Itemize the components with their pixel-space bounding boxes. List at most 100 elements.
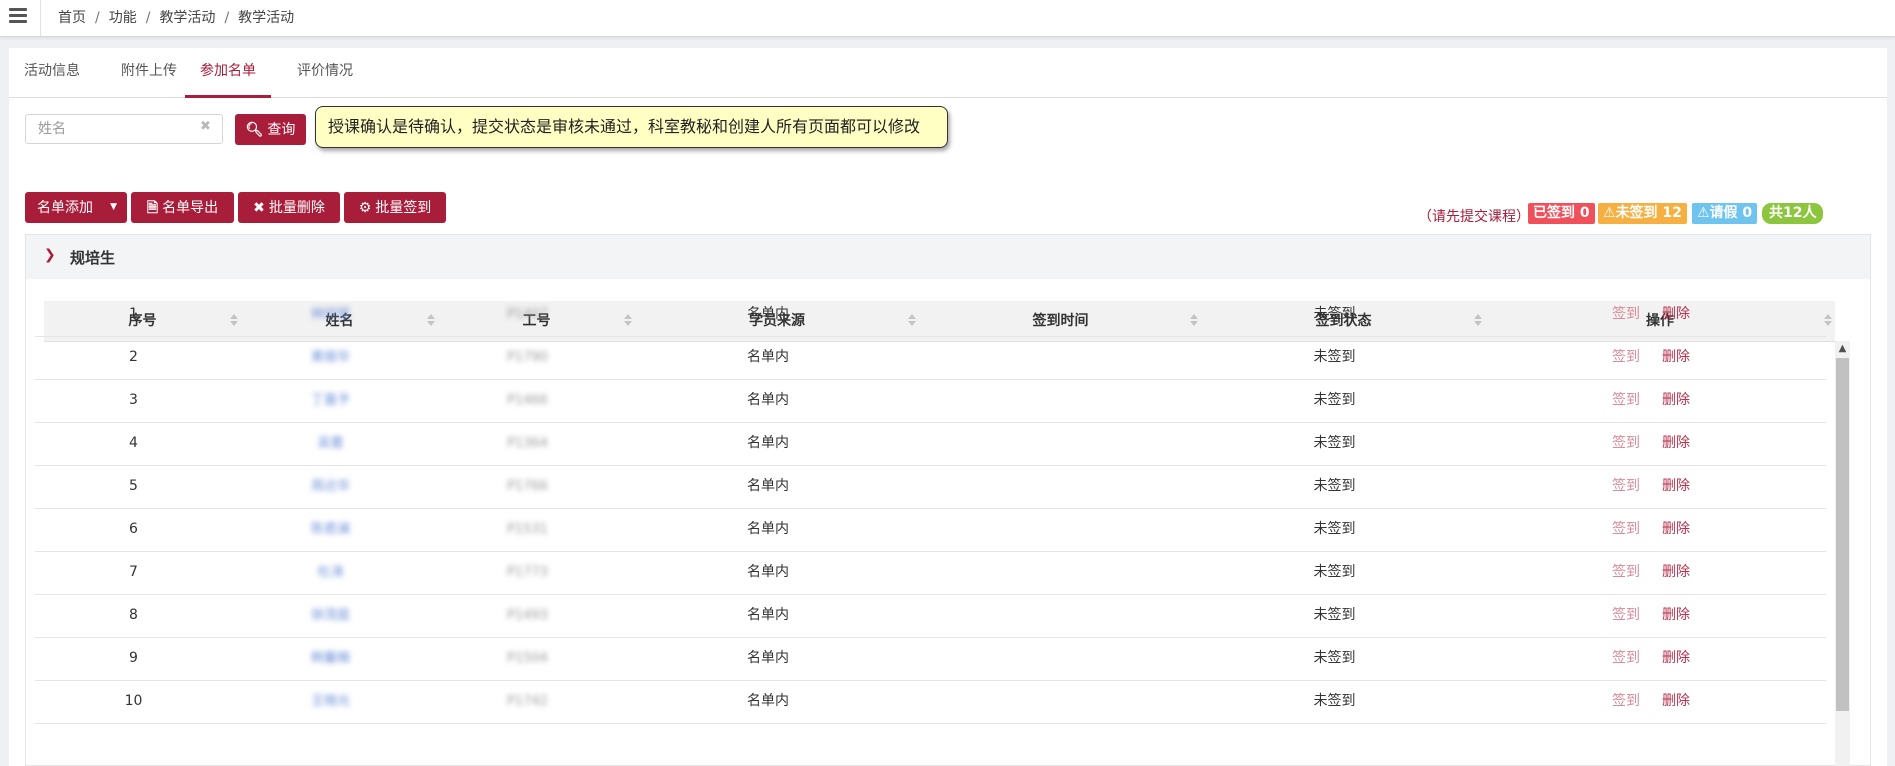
breadcrumb-current: 教学活动 [238, 10, 295, 26]
batch-delete-button[interactable]: ✖ 批量删除 [238, 192, 340, 223]
cell-emp-id: P1466 [429, 379, 626, 422]
cell-name: 陈君澜 [232, 508, 429, 551]
delete-link[interactable]: 删除 [1662, 607, 1690, 623]
cell-source: 名单内 [626, 379, 910, 422]
checkin-link[interactable]: 签到 [1612, 435, 1640, 451]
checkin-link[interactable]: 签到 [1612, 607, 1640, 623]
cell-no-text: 4 [129, 435, 138, 451]
tab-evaluation[interactable]: 评价情况 [282, 48, 368, 97]
cell-checkin-time [910, 551, 1193, 594]
cell-source: 名单内 [626, 422, 910, 465]
cell-checkin-time [910, 293, 1193, 336]
cell-source: 名单内 [626, 508, 910, 551]
cell-no-text: 7 [129, 564, 138, 580]
cell-source-text: 名单内 [747, 521, 789, 537]
tab-attachment-upload[interactable]: 附件上传 [106, 48, 192, 97]
delete-link[interactable]: 删除 [1662, 693, 1690, 709]
cell-no-text: 1 [129, 306, 138, 322]
checkin-link[interactable]: 签到 [1612, 521, 1640, 537]
cell-status-text: 未签到 [1313, 650, 1356, 666]
name-search-input[interactable] [25, 114, 223, 144]
add-list-button[interactable]: 名单添加 ▼ [25, 192, 127, 223]
breadcrumb: 首页 / 功能 / 教学活动 / 教学活动 [58, 10, 295, 26]
cell-source-text: 名单内 [747, 435, 789, 451]
cell-name-text[interactable]: 吴蕾 [317, 436, 343, 451]
cell-name: 杜涛 [232, 551, 429, 594]
cell-no: 2 [35, 336, 232, 379]
table-row: 10 王晓光 P1742 名单内 未签到 签到 删除 [35, 680, 1826, 724]
cell-status: 未签到 [1193, 594, 1476, 637]
chevron-down-icon[interactable]: ❯ [44, 247, 56, 263]
top-bar: 首页 / 功能 / 教学活动 / 教学活动 [0, 0, 1895, 37]
tab-participant-list[interactable]: 参加名单 [185, 48, 271, 98]
cell-name-text[interactable]: 丁嘉予 [311, 393, 350, 408]
cell-emp-id: P1531 [429, 508, 626, 551]
cell-actions: 签到 删除 [1476, 422, 1826, 465]
table-row: 6 陈君澜 P1531 名单内 未签到 签到 删除 [35, 508, 1826, 552]
tab-activity-info[interactable]: 活动信息 [9, 48, 95, 97]
cell-source-text: 名单内 [747, 306, 789, 322]
cell-emp-id-text: P1504 [507, 651, 548, 666]
checkin-link[interactable]: 签到 [1612, 564, 1640, 580]
cell-source: 名单内 [626, 637, 910, 680]
cell-status: 未签到 [1193, 379, 1476, 422]
section-header-residents[interactable]: ❯ 规培生 [25, 234, 1871, 280]
cell-name-text[interactable]: 杜涛 [317, 565, 343, 580]
gear-icon: ⚙ [358, 200, 372, 216]
cell-emp-id-text: P1773 [507, 565, 548, 580]
checkin-link[interactable]: 签到 [1612, 306, 1640, 322]
cell-name: 徐茂庭 [232, 594, 429, 637]
cell-name-text[interactable]: 林欣瑶 [311, 307, 350, 322]
scroll-up-icon[interactable]: ▲ [1835, 341, 1850, 356]
cell-name-text[interactable]: 黄振华 [311, 350, 350, 365]
batch-checkin-button[interactable]: ⚙ 批量签到 [344, 192, 446, 223]
cell-emp-id-text: P1364 [507, 436, 548, 451]
table-row: 1 林欣瑶 P1407 名单内 未签到 签到 删除 [35, 293, 1826, 337]
table-row: 5 周达华 P1766 名单内 未签到 签到 删除 [35, 465, 1826, 509]
delete-link[interactable]: 删除 [1662, 392, 1690, 408]
top-divider [40, 0, 41, 36]
cell-emp-id-text: P1466 [507, 393, 548, 408]
cell-status-text: 未签到 [1313, 306, 1356, 322]
breadcrumb-functions[interactable]: 功能 [109, 10, 137, 26]
query-button[interactable]: 🔍︎ 查询 [235, 114, 306, 145]
delete-link[interactable]: 删除 [1662, 564, 1690, 580]
cell-name-text[interactable]: 周达华 [311, 479, 350, 494]
delete-link[interactable]: 删除 [1662, 521, 1690, 537]
cell-no-text: 6 [129, 521, 138, 537]
delete-link[interactable]: 删除 [1662, 650, 1690, 666]
export-list-button[interactable]: 🗎 名单导出 [131, 192, 234, 223]
breadcrumb-teaching-activities[interactable]: 教学活动 [159, 10, 215, 26]
cell-checkin-time [910, 422, 1193, 465]
checkin-link[interactable]: 签到 [1612, 478, 1640, 494]
menu-toggle-icon[interactable] [9, 6, 27, 24]
breadcrumb-home[interactable]: 首页 [58, 10, 86, 26]
cell-checkin-time [910, 379, 1193, 422]
cell-no: 3 [35, 379, 232, 422]
delete-link[interactable]: 删除 [1662, 435, 1690, 451]
vertical-scrollbar[interactable]: ▲ [1835, 341, 1850, 766]
cell-status: 未签到 [1193, 465, 1476, 508]
cell-no: 1 [35, 293, 232, 336]
cell-source-text: 名单内 [747, 650, 789, 666]
export-list-button-label: 名单导出 [162, 200, 219, 216]
checkin-link[interactable]: 签到 [1612, 650, 1640, 666]
cell-name-text[interactable]: 徐茂庭 [311, 608, 350, 623]
cell-emp-id: P1504 [429, 637, 626, 680]
cell-no: 4 [35, 422, 232, 465]
checkin-link[interactable]: 签到 [1612, 349, 1640, 365]
cell-source-text: 名单内 [747, 693, 789, 709]
delete-link[interactable]: 删除 [1662, 306, 1690, 322]
cell-name-text[interactable]: 王晓光 [311, 694, 350, 709]
clear-icon[interactable]: ✖ [200, 119, 211, 134]
cell-checkin-time [910, 508, 1193, 551]
delete-link[interactable]: 删除 [1662, 349, 1690, 365]
delete-link[interactable]: 删除 [1662, 478, 1690, 494]
checkin-link[interactable]: 签到 [1612, 392, 1640, 408]
cell-no: 7 [35, 551, 232, 594]
cell-name-text[interactable]: 韩馨楠 [311, 651, 350, 666]
cell-name-text[interactable]: 陈君澜 [311, 522, 350, 537]
cell-no-text: 10 [124, 693, 143, 709]
checkin-link[interactable]: 签到 [1612, 693, 1640, 709]
scroll-thumb[interactable] [1836, 358, 1849, 711]
